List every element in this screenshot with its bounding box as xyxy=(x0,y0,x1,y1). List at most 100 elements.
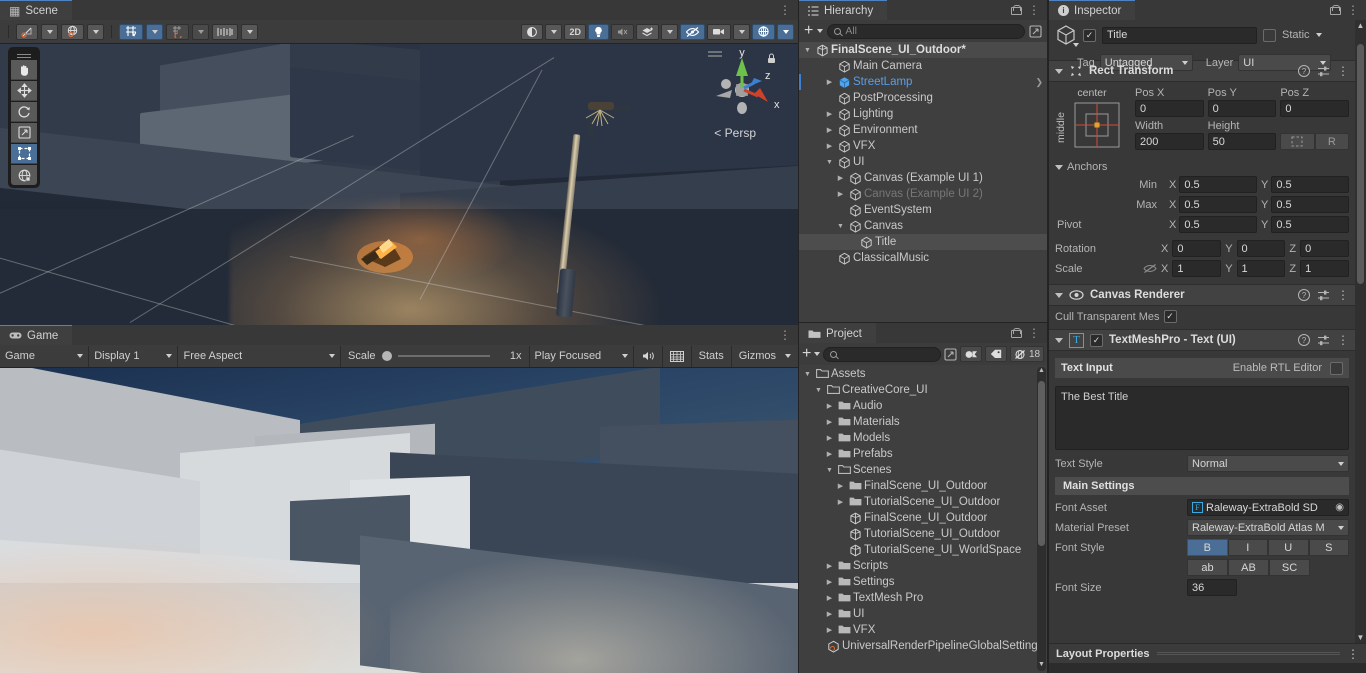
project-scroll-down[interactable]: ▼ xyxy=(1038,661,1045,671)
foldout-arrow[interactable]: ▶ xyxy=(824,626,835,634)
project-scrollbar[interactable]: ▲ ▼ xyxy=(1037,367,1046,671)
project-row[interactable]: UniversalRenderPipelineGlobalSettings xyxy=(799,638,1047,654)
project-row[interactable]: ▶Settings xyxy=(799,574,1047,590)
object-name-input[interactable]: Title xyxy=(1102,27,1257,44)
layout-properties-menu-icon[interactable]: ⋮ xyxy=(1347,648,1359,660)
foldout-arrow[interactable]: ▼ xyxy=(824,159,835,166)
inspector-scroll-up[interactable]: ▲ xyxy=(1355,21,1366,30)
pivot-mode-button[interactable] xyxy=(16,24,38,40)
handle-space-dropdown[interactable] xyxy=(87,24,104,40)
mute-audio-button[interactable] xyxy=(634,346,663,367)
rotate-tool-button[interactable] xyxy=(11,102,37,122)
rect-tool-button[interactable] xyxy=(11,144,37,164)
rect-transform-foldout-icon[interactable] xyxy=(1055,69,1063,74)
project-row[interactable]: ▶Prefabs xyxy=(799,446,1047,462)
foldout-arrow[interactable]: ▼ xyxy=(835,223,846,230)
style-bold-button[interactable]: B xyxy=(1187,539,1228,556)
lock-icon[interactable] xyxy=(1011,5,1020,15)
hierarchy-row[interactable]: PostProcessing xyxy=(799,90,1047,106)
layout-properties-bar[interactable]: Layout Properties ⋮ xyxy=(1049,643,1366,663)
hierarchy-row[interactable]: Title xyxy=(799,234,1047,250)
hierarchy-row[interactable]: ▶Environment xyxy=(799,122,1047,138)
pos-x-input[interactable]: 0 xyxy=(1135,100,1204,117)
project-row[interactable]: FinalScene_UI_Outdoor xyxy=(799,510,1047,526)
project-search-input[interactable] xyxy=(823,347,941,362)
hierarchy-tree[interactable]: ▼FinalScene_UI_Outdoor*Main Camera▶Stree… xyxy=(799,42,1047,322)
hierarchy-row[interactable]: Main Camera xyxy=(799,58,1047,74)
aspect-dropdown[interactable]: Free Aspect xyxy=(178,346,341,367)
rotation-z-input[interactable]: 0 xyxy=(1300,240,1349,257)
project-search-expand-icon[interactable] xyxy=(944,348,957,361)
project-row[interactable]: ▶TextMesh Pro xyxy=(799,590,1047,606)
palette-drag-handle[interactable] xyxy=(11,50,37,59)
tmp-preset-icon[interactable] xyxy=(1317,335,1330,346)
stats-button[interactable]: Stats xyxy=(692,346,732,367)
gizmos-button[interactable]: Gizmos xyxy=(732,346,783,367)
font-asset-field[interactable]: F Raleway-ExtraBold SD ◉ xyxy=(1187,499,1349,516)
foldout-arrow[interactable]: ▶ xyxy=(824,142,835,150)
style-uppercase-button[interactable]: AB xyxy=(1228,559,1269,576)
hierarchy-row[interactable]: ▼Canvas xyxy=(799,218,1047,234)
foldout-arrow[interactable]: ▶ xyxy=(824,594,835,602)
hand-tool-button[interactable] xyxy=(11,60,37,80)
tab-hierarchy[interactable]: Hierarchy xyxy=(799,0,887,20)
open-prefab-chevron-icon[interactable]: ❯ xyxy=(1035,77,1043,88)
style-lowercase-button[interactable]: ab xyxy=(1187,559,1228,576)
scale-x-input[interactable]: 1 xyxy=(1172,260,1221,277)
inspector-lock-icon[interactable] xyxy=(1330,5,1339,15)
scene-orientation-gizmo[interactable]: y x z < Persp xyxy=(700,46,790,156)
scale-slider[interactable]: Scale 1x xyxy=(341,346,529,367)
grid-snapping-toggle[interactable] xyxy=(119,24,143,40)
foldout-arrow[interactable]: ▶ xyxy=(824,450,835,458)
tmp-text-input[interactable]: The Best Title xyxy=(1055,386,1349,450)
tab-project[interactable]: Project xyxy=(799,323,876,343)
foldout-arrow[interactable]: ▶ xyxy=(835,482,846,490)
foldout-arrow[interactable]: ▶ xyxy=(824,610,835,618)
play-mode-dropdown[interactable]: Play Focused xyxy=(529,346,634,367)
inspector-scrollbar[interactable]: ▲ ▼ xyxy=(1355,20,1366,643)
foldout-arrow[interactable]: ▼ xyxy=(824,467,835,474)
foldout-arrow[interactable]: ▶ xyxy=(824,78,835,86)
pos-z-input[interactable]: 0 xyxy=(1280,100,1349,117)
scale-y-input[interactable]: 1 xyxy=(1237,260,1286,277)
scale-tool-button[interactable] xyxy=(11,123,37,143)
anchor-min-y-input[interactable]: 0.5 xyxy=(1271,176,1349,193)
project-row[interactable]: ▶TutorialScene_UI_Outdoor xyxy=(799,494,1047,510)
inspector-scroll-down[interactable]: ▼ xyxy=(1355,633,1366,642)
project-menu-icon[interactable]: ⋮ xyxy=(1028,327,1040,339)
project-row[interactable]: ▼CreativeCore_UI xyxy=(799,382,1047,398)
hierarchy-menu-icon[interactable]: ⋮ xyxy=(1028,4,1040,16)
project-row[interactable]: ▶Scripts xyxy=(799,558,1047,574)
scale-slider-track[interactable] xyxy=(398,355,490,357)
rotation-y-input[interactable]: 0 xyxy=(1237,240,1286,257)
constrain-proportions-icon[interactable] xyxy=(1143,263,1157,274)
grid-visibility-toggle[interactable] xyxy=(166,24,189,40)
style-underline-button[interactable]: U xyxy=(1268,539,1309,556)
hierarchy-row[interactable]: ▼UI xyxy=(799,154,1047,170)
blueprint-mode-button[interactable] xyxy=(1280,133,1314,150)
add-object-button[interactable]: + xyxy=(804,23,813,39)
foldout-arrow[interactable]: ▼ xyxy=(813,387,824,394)
material-preset-dropdown[interactable]: Raleway-ExtraBold Atlas M xyxy=(1187,519,1349,536)
game-mode-dropdown[interactable]: Game xyxy=(0,346,89,367)
project-row[interactable]: ▶Audio xyxy=(799,398,1047,414)
gizmos-dropdown-button[interactable] xyxy=(783,346,798,367)
move-tool-button[interactable] xyxy=(11,81,37,101)
search-expand-icon[interactable] xyxy=(1029,25,1042,38)
anchors-foldout[interactable]: Anchors xyxy=(1055,161,1349,173)
anchor-max-x-input[interactable]: 0.5 xyxy=(1179,196,1257,213)
grid-snapping-dropdown[interactable] xyxy=(146,24,163,40)
scene-camera-button[interactable] xyxy=(707,24,731,40)
hierarchy-row[interactable]: ▶Canvas (Example UI 2) xyxy=(799,186,1047,202)
project-add-dropdown[interactable] xyxy=(814,352,820,356)
foldout-arrow[interactable]: ▶ xyxy=(835,498,846,506)
2d-toggle[interactable]: 2D xyxy=(564,24,586,40)
scene-lighting-toggle[interactable] xyxy=(588,24,609,40)
hierarchy-row[interactable]: ▶Canvas (Example UI 1) xyxy=(799,170,1047,186)
canvas-renderer-preset-icon[interactable] xyxy=(1317,290,1330,301)
snap-increment-dropdown[interactable] xyxy=(241,24,258,40)
shading-mode-dropdown[interactable] xyxy=(545,24,562,40)
hierarchy-search-input[interactable]: All xyxy=(827,24,1025,39)
display-dropdown[interactable]: Display 1 xyxy=(89,346,178,367)
project-row[interactable]: ▶FinalScene_UI_Outdoor xyxy=(799,478,1047,494)
